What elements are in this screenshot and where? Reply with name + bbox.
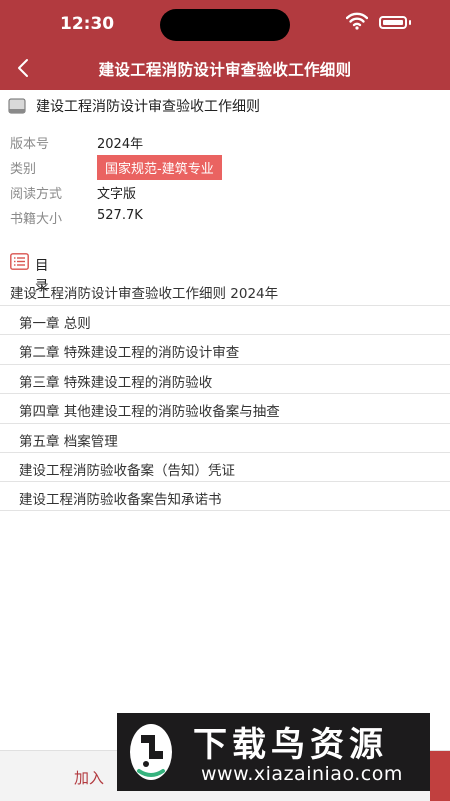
category-badge: 国家规范-建筑专业 — [97, 155, 222, 180]
chapter-item[interactable]: 第一章 总则 — [0, 305, 450, 334]
bird-logo-icon — [130, 724, 172, 780]
chapter-item[interactable]: 第二章 特殊建设工程的消防设计审查 — [0, 334, 450, 363]
chapter-label: 建设工程消防验收备案告知承诺书 — [19, 492, 222, 509]
book-meta: 版本号 2024年 类别 国家规范-建筑专业 阅读方式 文字版 书籍大小 527… — [10, 130, 440, 230]
meta-value: 2024年 — [97, 137, 144, 152]
toc-book-line[interactable]: 建设工程消防设计审查验收工作细则 2024年 — [10, 282, 278, 302]
meta-label: 书籍大小 — [10, 212, 63, 227]
battery-icon — [379, 16, 407, 29]
chapter-item[interactable]: 第三章 特殊建设工程的消防验收 — [0, 363, 450, 393]
wifi-icon — [346, 12, 368, 30]
watermark-url: www.xiazainiao.com — [201, 763, 403, 785]
chapter-label: 第五章 档案管理 — [19, 433, 118, 450]
meta-value: 文字版 — [97, 187, 137, 202]
watermark-title: 下载鸟资源 — [193, 725, 388, 765]
book-title: 建设工程消防设计审查验收工作细则 — [36, 99, 260, 115]
meta-row-read-mode: 阅读方式 文字版 — [10, 180, 440, 205]
battery-tip — [409, 20, 411, 25]
chapter-item[interactable]: 第五章 档案管理 — [0, 422, 450, 452]
app-header: 12:30 建设工程消防设计审查验收工作细则 — [0, 0, 450, 90]
camera-notch — [160, 9, 290, 41]
book-title-row: 建设工程消防设计审查验收工作细则 — [8, 96, 440, 118]
book-icon — [8, 98, 26, 114]
chapter-label: 第一章 总则 — [19, 316, 91, 332]
chapter-label: 第二章 特殊建设工程的消防设计审查 — [19, 345, 240, 362]
chapter-label: 第三章 特殊建设工程的消防验收 — [19, 374, 213, 391]
meta-row-version: 版本号 2024年 — [10, 130, 440, 155]
chapter-item[interactable]: 第四章 其他建设工程的消防验收备案与抽查 — [0, 393, 450, 422]
chapter-item[interactable]: 建设工程消防验收备案告知承诺书 — [0, 481, 450, 511]
chapter-list: 第一章 总则 第二章 特殊建设工程的消防设计审查 第三章 特殊建设工程的消防验收… — [0, 305, 450, 511]
meta-label: 版本号 — [10, 137, 50, 152]
chapter-label: 第四章 其他建设工程的消防验收备案与抽查 — [19, 404, 280, 421]
add-to-shelf-button[interactable]: 加入 — [74, 767, 104, 788]
watermark-overlay: 下载鸟资源 www.xiazainiao.com — [117, 713, 430, 791]
chapter-item[interactable]: 建设工程消防验收备案（告知）凭证 — [0, 451, 450, 481]
toc-list-icon — [10, 253, 29, 270]
meta-label: 类别 — [10, 162, 37, 177]
status-time: 12:30 — [60, 14, 115, 34]
meta-label: 阅读方式 — [10, 187, 63, 202]
meta-row-size: 书籍大小 527.7K — [10, 205, 440, 230]
chapter-label: 建设工程消防验收备案（告知）凭证 — [19, 462, 235, 479]
read-button[interactable] — [430, 751, 450, 801]
meta-row-category: 类别 国家规范-建筑专业 — [10, 155, 440, 180]
page-title: 建设工程消防设计审查验收工作细则 — [98, 61, 352, 79]
meta-value: 527.7K — [97, 208, 143, 223]
